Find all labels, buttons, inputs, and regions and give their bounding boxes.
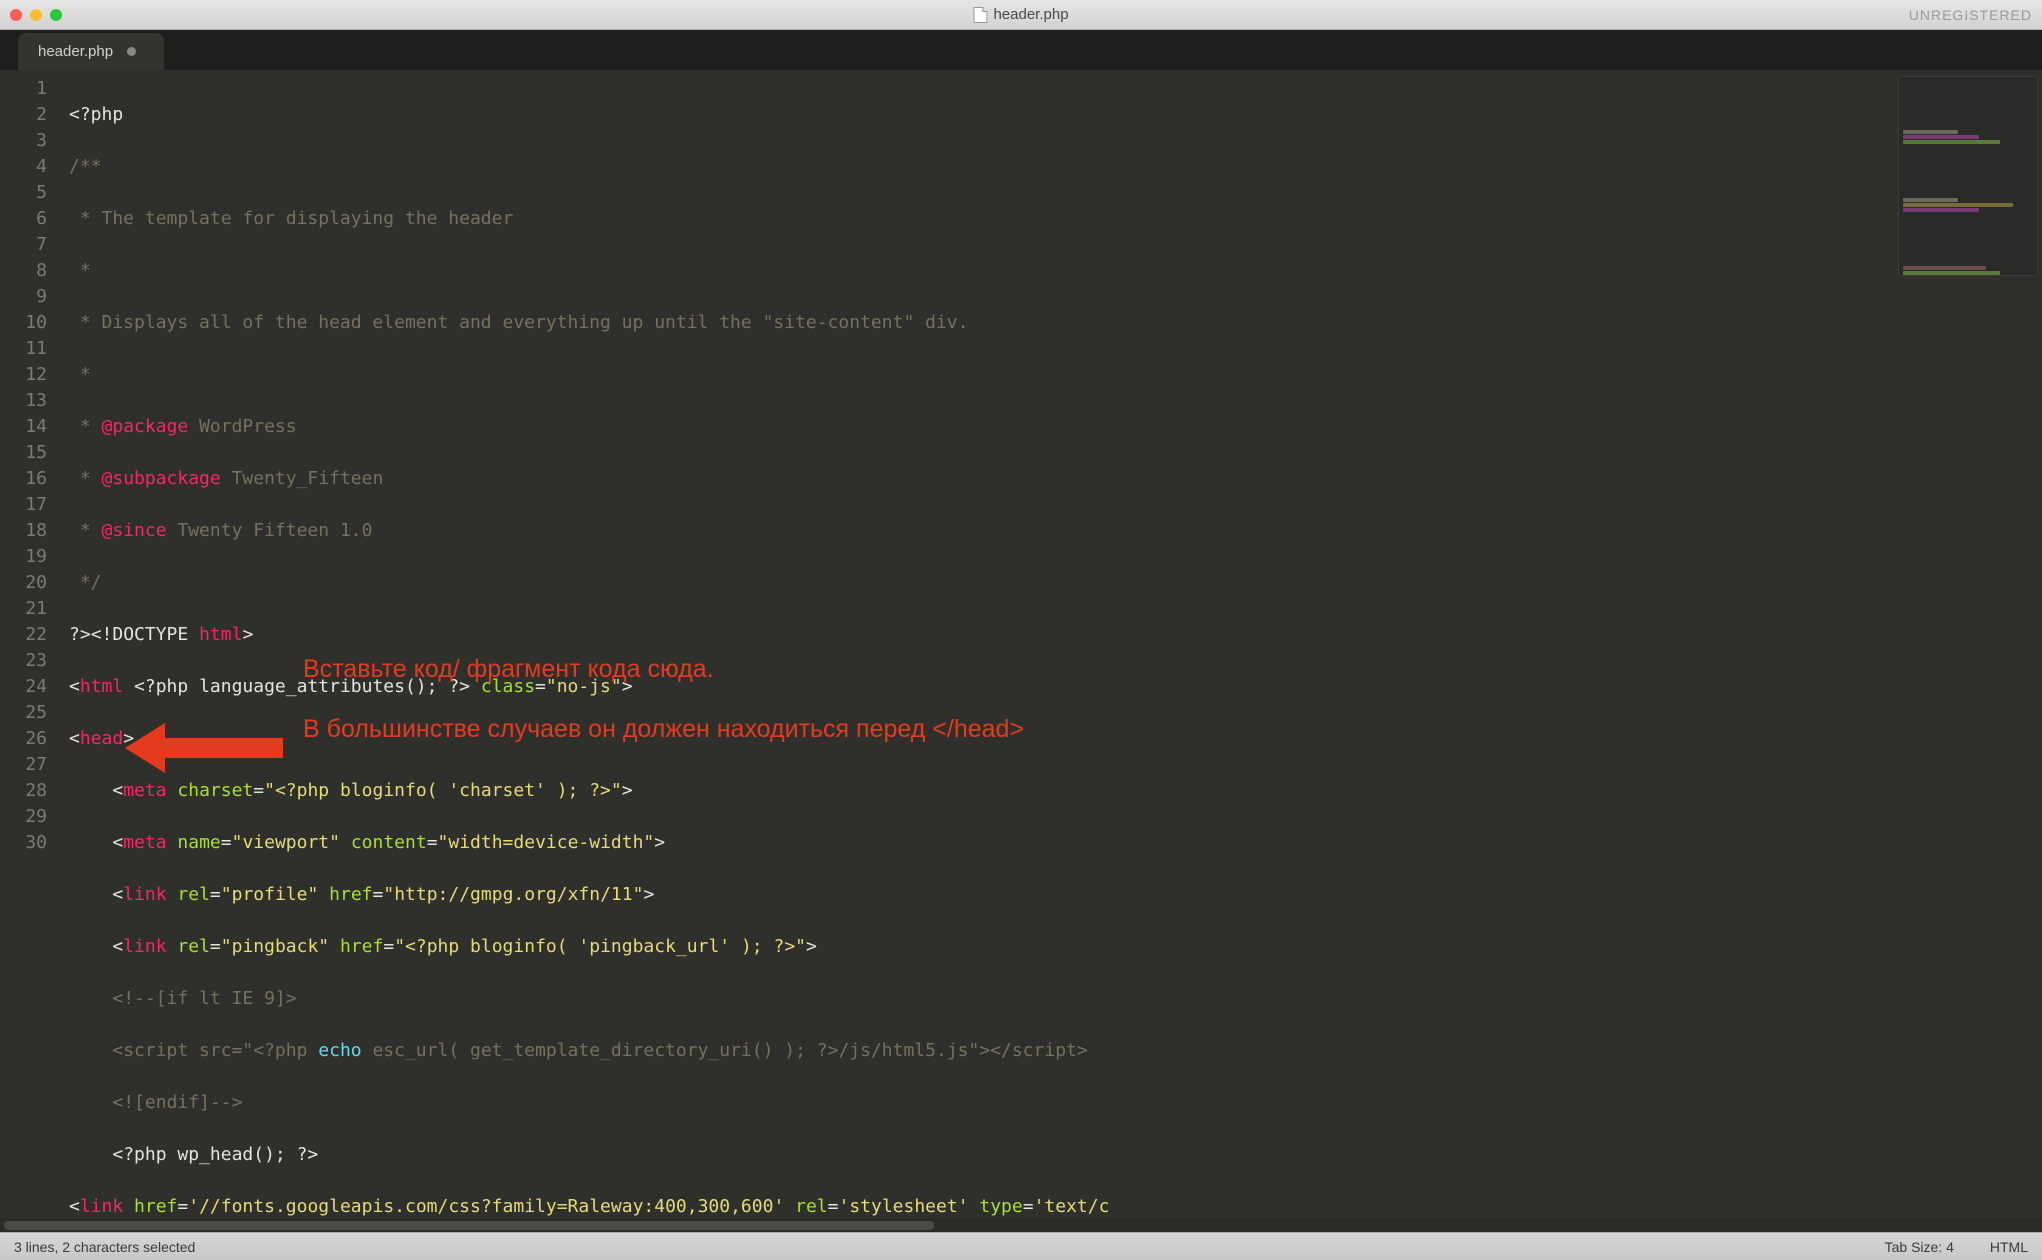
code-line[interactable]: <?php [55, 102, 2042, 128]
line-gutter[interactable]: 1234567891011121314151617181920212223242… [0, 70, 55, 1218]
status-syntax[interactable]: HTML [1990, 1239, 2028, 1255]
line-number[interactable]: 4 [0, 154, 47, 180]
line-number[interactable]: 23 [0, 648, 47, 674]
status-selection: 3 lines, 2 characters selected [14, 1239, 195, 1255]
code-line[interactable]: <![endif]--> [55, 1090, 2042, 1116]
registration-label: UNREGISTERED [1909, 7, 2032, 23]
minimize-icon[interactable] [30, 9, 42, 21]
line-number[interactable]: 7 [0, 232, 47, 258]
line-number[interactable]: 14 [0, 414, 47, 440]
editor-window: header.php UNREGISTERED header.php 12345… [0, 0, 2042, 1260]
minimap[interactable] [1898, 76, 2038, 276]
scrollbar-thumb[interactable] [4, 1221, 934, 1230]
line-number[interactable]: 11 [0, 336, 47, 362]
status-tabsize[interactable]: Tab Size: 4 [1885, 1239, 1954, 1255]
line-number[interactable]: 8 [0, 258, 47, 284]
code-line[interactable]: <html <?php language_attributes(); ?> cl… [55, 674, 2042, 700]
code-line[interactable]: ?><!DOCTYPE html> [55, 622, 2042, 648]
titlebar[interactable]: header.php UNREGISTERED [0, 0, 2042, 30]
line-number[interactable]: 10 [0, 310, 47, 336]
line-number[interactable]: 30 [0, 830, 47, 856]
code-line[interactable]: /** [55, 154, 2042, 180]
line-number[interactable]: 16 [0, 466, 47, 492]
file-icon [973, 7, 987, 23]
code-line[interactable]: <link rel="pingback" href="<?php bloginf… [55, 934, 2042, 960]
line-number[interactable]: 28 [0, 778, 47, 804]
line-number[interactable]: 13 [0, 388, 47, 414]
editor-area[interactable]: 1234567891011121314151617181920212223242… [0, 70, 2042, 1218]
line-number[interactable]: 24 [0, 674, 47, 700]
tab-header-php[interactable]: header.php [18, 33, 164, 70]
code-line[interactable]: <?php wp_head(); ?> [55, 1142, 2042, 1168]
line-number[interactable]: 5 [0, 180, 47, 206]
code-line[interactable]: * @package WordPress [55, 414, 2042, 440]
code-line[interactable]: * Displays all of the head element and e… [55, 310, 2042, 336]
modified-dot-icon [127, 47, 136, 56]
code-line[interactable]: <meta charset="<?php bloginfo( 'charset'… [55, 778, 2042, 804]
line-number[interactable]: 2 [0, 102, 47, 128]
code-line[interactable]: * The template for displaying the header [55, 206, 2042, 232]
code-line[interactable]: <!--[if lt IE 9]> [55, 986, 2042, 1012]
line-number[interactable]: 1 [0, 76, 47, 102]
tabs-bar: header.php [0, 30, 2042, 70]
close-icon[interactable] [10, 9, 22, 21]
traffic-lights [10, 9, 62, 21]
line-number[interactable]: 20 [0, 570, 47, 596]
line-number[interactable]: 9 [0, 284, 47, 310]
code-line[interactable]: <head> [55, 726, 2042, 752]
line-number[interactable]: 29 [0, 804, 47, 830]
code-line[interactable]: <link href='//fonts.googleapis.com/css?f… [55, 1194, 2042, 1218]
titlebar-filename: header.php [993, 6, 1068, 23]
code-line[interactable]: <meta name="viewport" content="width=dev… [55, 830, 2042, 856]
titlebar-title: header.php [973, 6, 1068, 23]
line-number[interactable]: 3 [0, 128, 47, 154]
code-line[interactable]: <link rel="profile" href="http://gmpg.or… [55, 882, 2042, 908]
code-area[interactable]: <?php /** * The template for displaying … [55, 70, 2042, 1218]
line-number[interactable]: 12 [0, 362, 47, 388]
line-number[interactable]: 15 [0, 440, 47, 466]
line-number[interactable]: 26 [0, 726, 47, 752]
code-line[interactable]: * [55, 258, 2042, 284]
code-line[interactable]: <script src="<?php echo esc_url( get_tem… [55, 1038, 2042, 1064]
line-number[interactable]: 6 [0, 206, 47, 232]
maximize-icon[interactable] [50, 9, 62, 21]
code-line[interactable]: * [55, 362, 2042, 388]
line-number[interactable]: 22 [0, 622, 47, 648]
line-number[interactable]: 21 [0, 596, 47, 622]
horizontal-scrollbar[interactable] [0, 1218, 2042, 1232]
tab-label: header.php [38, 43, 113, 60]
statusbar: 3 lines, 2 characters selected Tab Size:… [0, 1232, 2042, 1260]
code-line[interactable]: * @subpackage Twenty_Fifteen [55, 466, 2042, 492]
line-number[interactable]: 27 [0, 752, 47, 778]
line-number[interactable]: 17 [0, 492, 47, 518]
line-number[interactable]: 25 [0, 700, 47, 726]
line-number[interactable]: 19 [0, 544, 47, 570]
code-line[interactable]: */ [55, 570, 2042, 596]
code-line[interactable]: * @since Twenty Fifteen 1.0 [55, 518, 2042, 544]
line-number[interactable]: 18 [0, 518, 47, 544]
